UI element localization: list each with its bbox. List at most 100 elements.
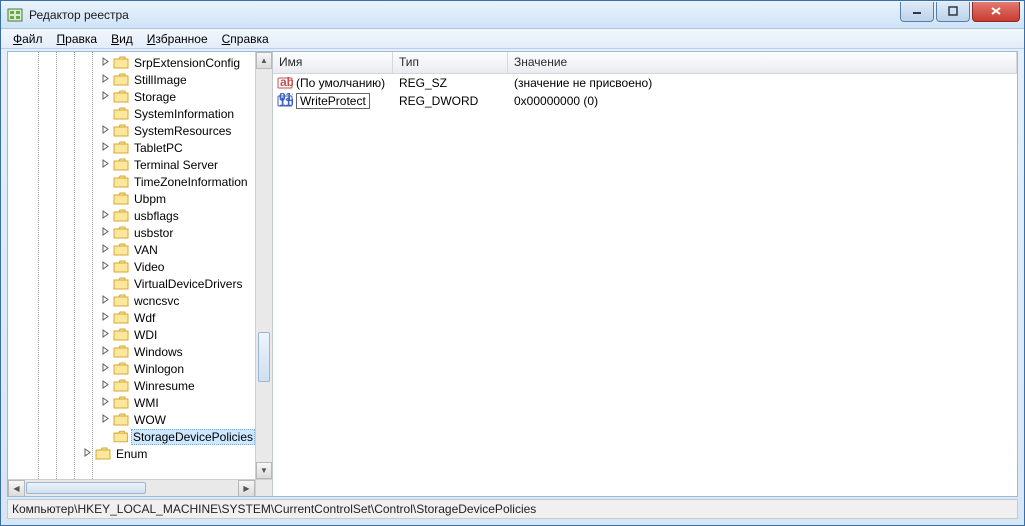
tree-item[interactable]: WDI	[8, 326, 255, 343]
folder-icon	[113, 192, 129, 206]
menubar: Файл Правка Вид Избранное Справка	[1, 29, 1024, 49]
maximize-button[interactable]	[936, 2, 970, 22]
expand-arrow-icon	[101, 261, 110, 270]
tree-item[interactable]: VAN	[8, 241, 255, 258]
tree-panel: SrpExtensionConfigStillImageStorageSyste…	[8, 52, 273, 496]
expand-arrow[interactable]	[100, 312, 111, 323]
value-type: REG_SZ	[393, 76, 508, 90]
expand-arrow[interactable]	[100, 74, 111, 85]
expand-arrow[interactable]	[100, 329, 111, 340]
value-data: (значение не присвоено)	[508, 76, 1017, 90]
scroll-corner	[255, 479, 272, 496]
menu-help[interactable]: Справка	[216, 31, 275, 47]
menu-file[interactable]: Файл	[7, 31, 49, 47]
tree-item[interactable]: Wdf	[8, 309, 255, 326]
tree-scroll[interactable]: SrpExtensionConfigStillImageStorageSyste…	[8, 52, 255, 479]
expand-arrow[interactable]	[100, 380, 111, 391]
tree-item[interactable]: Windows	[8, 343, 255, 360]
tree-item[interactable]: usbstor	[8, 224, 255, 241]
menu-favorites[interactable]: Избранное	[141, 31, 214, 47]
minimize-button[interactable]	[900, 2, 934, 22]
tree-item[interactable]: WMI	[8, 394, 255, 411]
expand-arrow[interactable]	[82, 448, 93, 459]
expand-arrow[interactable]	[100, 57, 111, 68]
tree-item[interactable]: Ubpm	[8, 190, 255, 207]
menu-view[interactable]: Вид	[105, 31, 139, 47]
tree-item[interactable]: usbflags	[8, 207, 255, 224]
expand-arrow[interactable]	[100, 142, 111, 153]
expand-arrow[interactable]	[100, 414, 111, 425]
list-row[interactable]: 011110WriteProtectREG_DWORD0x00000000 (0…	[273, 92, 1017, 110]
expand-arrow-icon	[101, 414, 110, 423]
list-row[interactable]: ab(По умолчанию) REG_SZ(значение не присв…	[273, 74, 1017, 92]
tree-item[interactable]: SystemResources	[8, 122, 255, 139]
expand-arrow[interactable]	[100, 125, 111, 136]
tree-item-label: StorageDevicePolicies	[131, 429, 255, 445]
tree-item-label: Ubpm	[132, 192, 168, 206]
expand-arrow[interactable]	[100, 363, 111, 374]
close-button[interactable]	[972, 2, 1020, 22]
column-header-value[interactable]: Значение	[508, 52, 1017, 73]
tree-item-label: WDI	[132, 328, 159, 342]
value-name: (По умолчанию)	[296, 76, 385, 90]
scroll-up-button[interactable]: ▲	[256, 52, 272, 69]
tree-item[interactable]: Terminal Server	[8, 156, 255, 173]
scroll-thumb-horizontal[interactable]	[26, 482, 146, 494]
expand-arrow-icon	[101, 227, 110, 236]
tree-item[interactable]: StorageDevicePolicies	[8, 428, 255, 445]
tree-item[interactable]: TabletPC	[8, 139, 255, 156]
tree-vertical-scrollbar[interactable]: ▲ ▼	[255, 52, 272, 479]
expand-arrow[interactable]	[100, 397, 111, 408]
expand-arrow-icon	[101, 91, 110, 100]
tree-item-label: WOW	[132, 413, 168, 427]
expand-arrow[interactable]	[100, 210, 111, 221]
tree-item[interactable]: WOW	[8, 411, 255, 428]
folder-icon	[95, 447, 111, 461]
titlebar[interactable]: Редактор реестра	[1, 1, 1024, 29]
expand-arrow[interactable]	[100, 244, 111, 255]
tree-item[interactable]: Storage	[8, 88, 255, 105]
tree-item[interactable]: TimeZoneInformation	[8, 173, 255, 190]
menu-edit[interactable]: Правка	[51, 31, 104, 47]
scroll-left-button[interactable]: ◀	[8, 480, 25, 496]
expand-arrow-icon	[101, 363, 110, 372]
tree-item-label: WMI	[132, 396, 161, 410]
tree-item-label: TimeZoneInformation	[132, 175, 250, 189]
tree-item[interactable]: SystemInformation	[8, 105, 255, 122]
folder-icon	[113, 362, 129, 376]
expand-arrow[interactable]	[100, 159, 111, 170]
list-body[interactable]: ab(По умолчанию) REG_SZ(значение не присв…	[273, 74, 1017, 496]
tree-item[interactable]: wcncsvc	[8, 292, 255, 309]
tree-item[interactable]: Winlogon	[8, 360, 255, 377]
expand-arrow[interactable]	[100, 91, 111, 102]
svg-text:110: 110	[279, 95, 293, 109]
expand-arrow[interactable]	[100, 261, 111, 272]
tree-item[interactable]: Winresume	[8, 377, 255, 394]
expand-arrow[interactable]	[100, 346, 111, 357]
window-title: Редактор реестра	[29, 8, 898, 22]
tree-item[interactable]: Enum	[8, 445, 255, 462]
tree-item[interactable]: SrpExtensionConfig	[8, 54, 255, 71]
scroll-thumb-vertical[interactable]	[258, 332, 270, 382]
folder-icon	[113, 413, 129, 427]
folder-icon	[113, 277, 129, 291]
tree-item[interactable]: VirtualDeviceDrivers	[8, 275, 255, 292]
folder-icon	[113, 141, 129, 155]
value-name: WriteProtect	[296, 93, 370, 109]
column-header-type[interactable]: Тип	[393, 52, 508, 73]
folder-icon	[113, 260, 129, 274]
column-header-name[interactable]: Имя	[273, 52, 393, 73]
folder-icon	[113, 226, 129, 240]
expand-arrow[interactable]	[100, 295, 111, 306]
expand-arrow-icon	[101, 380, 110, 389]
tree-horizontal-scrollbar[interactable]: ◀ ▶	[8, 479, 255, 496]
scroll-right-button[interactable]: ▶	[238, 480, 255, 496]
tree-item-label: wcncsvc	[132, 294, 181, 308]
tree-item[interactable]: Video	[8, 258, 255, 275]
expand-arrow[interactable]	[100, 227, 111, 238]
tree-item[interactable]: StillImage	[8, 71, 255, 88]
svg-text:ab: ab	[280, 75, 293, 89]
folder-icon	[113, 294, 129, 308]
tree-item-label: SystemResources	[132, 124, 233, 138]
scroll-down-button[interactable]: ▼	[256, 462, 272, 479]
